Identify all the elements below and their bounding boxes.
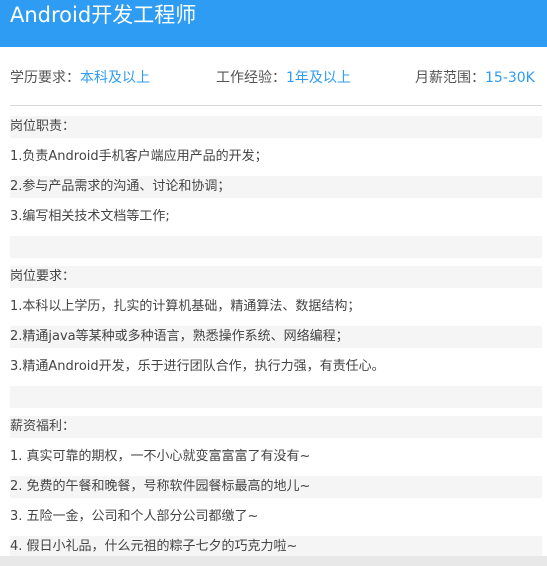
education-value: 本科及以上: [80, 70, 150, 86]
section-title-benefits: 薪资福利：: [10, 416, 542, 438]
divider: [10, 105, 542, 106]
requirement-item: 3.精通Android开发，乐于进行团队合作，执行力强，有责任心。: [10, 359, 385, 374]
experience-requirement: 工作经验：1年及以上: [216, 66, 351, 90]
scroll-edge: [0, 556, 547, 566]
experience-label: 工作经验：: [216, 70, 286, 86]
experience-value: 1年及以上: [286, 70, 351, 86]
education-requirement: 学历要求：本科及以上: [10, 66, 150, 90]
benefit-item: 2. 免费的午餐和晚餐，号称软件园餐标最高的地儿~: [10, 476, 542, 498]
requirement-item: 1.本科以上学历，扎实的计算机基础，精通算法、数据结构；: [10, 299, 361, 314]
education-label: 学历要求：: [10, 70, 80, 86]
benefit-item: 4. 假日小礼品，什么元祖的粽子七夕的巧克力啦~: [10, 536, 542, 558]
section-title-responsibilities: 岗位职责：: [10, 116, 542, 138]
salary-range: 月薪范围：15-30K: [415, 66, 535, 90]
benefit-item: 1. 真实可靠的期权，一不小心就变富富富了有没有~: [10, 449, 311, 464]
salary-value: 15-30K: [485, 70, 535, 86]
responsibility-item: 3.编写相关技术文档等工作;: [10, 209, 170, 224]
job-meta-row: 学历要求：本科及以上 工作经验：1年及以上 月薪范围：15-30K: [0, 66, 547, 90]
requirement-item: 2.精通java等某种或多种语言，熟悉操作系统、网络编程；: [10, 326, 542, 348]
header-bar: Android开发工程师: [0, 0, 547, 47]
responsibility-item: 1.负责Android手机客户端应用产品的开发；: [10, 149, 268, 164]
blank-row: [10, 386, 542, 408]
blank-row: [10, 236, 542, 258]
job-title: Android开发工程师: [10, 3, 197, 27]
benefit-item: 3. 五险一金，公司和个人部分公司都缴了~: [10, 509, 259, 524]
salary-label: 月薪范围：: [415, 70, 485, 86]
responsibility-item: 2.参与产品需求的沟通、讨论和协调；: [10, 176, 542, 198]
section-title-requirements: 岗位要求：: [10, 266, 542, 288]
